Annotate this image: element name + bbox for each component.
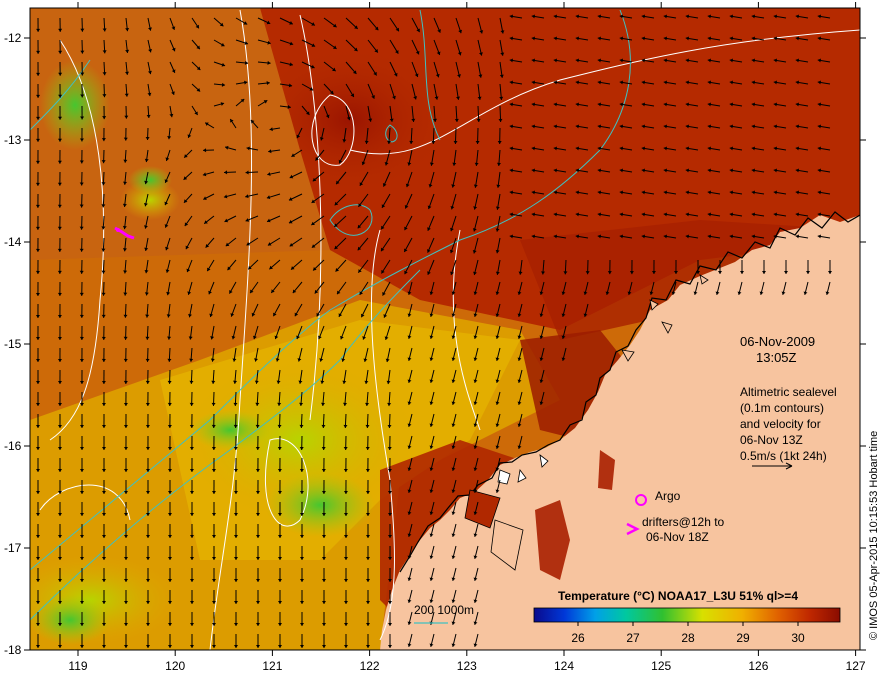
y-tick-label: -14 bbox=[4, 235, 22, 249]
x-tick-label: 119 bbox=[68, 659, 87, 673]
colorbar-tick-label: 29 bbox=[736, 631, 750, 645]
y-tick-label: -13 bbox=[4, 133, 22, 147]
x-tick-label: 122 bbox=[360, 659, 380, 673]
x-tick-label: 123 bbox=[457, 659, 477, 673]
x-tick-label: 124 bbox=[554, 659, 574, 673]
altimetry-line-4: 06-Nov 13Z bbox=[740, 433, 803, 447]
colorbar-title: Temperature (°C) NOAA17_L3U 51% ql>=4 bbox=[558, 589, 798, 603]
colorbar-scale bbox=[533, 607, 841, 623]
colorbar-tick-label: 27 bbox=[626, 631, 640, 645]
altimetry-line-2: (0.1m contours) bbox=[740, 401, 824, 415]
altimetry-line-1: Altimetric sealevel bbox=[740, 385, 837, 399]
y-tick-label: -15 bbox=[4, 337, 22, 351]
x-tick-label: 126 bbox=[748, 659, 768, 673]
x-tick-label: 120 bbox=[165, 659, 185, 673]
y-tick-label: -17 bbox=[4, 541, 22, 555]
y-tick-label: -12 bbox=[4, 31, 22, 45]
y-tick-label: -18 bbox=[4, 643, 22, 657]
x-tick-label: 125 bbox=[651, 659, 671, 673]
sst-map-figure: 06-Nov-2009 13:05Z Altimetric sealevel (… bbox=[4, 2, 880, 673]
colorbar-tick-label: 28 bbox=[681, 631, 695, 645]
drifters-line-1: drifters@12h to bbox=[642, 515, 725, 529]
colorbar: Temperature (°C) NOAA17_L3U 51% ql>=4 26… bbox=[533, 589, 841, 645]
colorbar-tick-label: 26 bbox=[571, 631, 585, 645]
x-tick-label: 127 bbox=[846, 659, 866, 673]
credit-text: © IMOS 05-Apr-2015 10:15:53 Hobart time bbox=[868, 431, 880, 640]
altimetry-speed: 0.5m/s (1kt 24h) bbox=[740, 449, 827, 463]
colorbar-tick-label: 30 bbox=[791, 631, 805, 645]
drifters-line-2: 06-Nov 18Z bbox=[646, 530, 709, 544]
argo-label: Argo bbox=[655, 489, 681, 503]
bathymetry-label: 200 1000m bbox=[414, 603, 474, 617]
map-date: 06-Nov-2009 bbox=[740, 334, 815, 349]
map-time: 13:05Z bbox=[756, 350, 797, 365]
altimetry-line-3: and velocity for bbox=[740, 417, 821, 431]
x-tick-label: 121 bbox=[262, 659, 282, 673]
y-tick-label: -16 bbox=[4, 439, 22, 453]
